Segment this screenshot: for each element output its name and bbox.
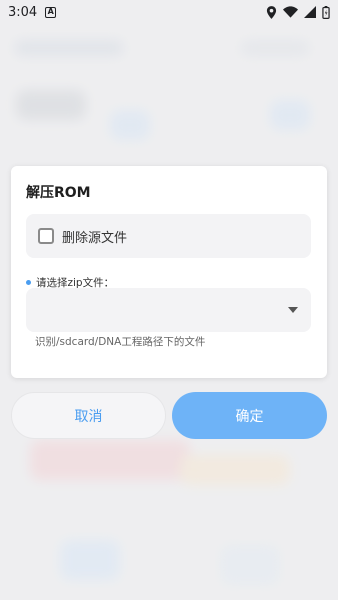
unzip-rom-dialog: 解压ROM 删除源文件 请选择zip文件： 识别/sdcard/DNA工程路径下…: [11, 166, 327, 378]
location-icon: [266, 5, 277, 19]
status-bar: 3:04 A: [0, 0, 338, 24]
confirm-button[interactable]: 确定: [172, 392, 327, 439]
dropdown-arrow-icon[interactable]: [288, 307, 298, 313]
battery-icon: [322, 5, 330, 19]
dialog-title: 解压ROM: [26, 185, 91, 201]
a-letter-icon: A: [45, 6, 57, 18]
status-time: 3:04: [8, 4, 38, 20]
bullet-dot-icon: [26, 280, 31, 285]
delete-source-option[interactable]: 删除源文件: [26, 214, 311, 258]
delete-source-checkbox[interactable]: [38, 228, 54, 244]
path-hint: 识别/sdcard/DNA工程路径下的文件: [35, 336, 206, 348]
wifi-icon: [283, 6, 298, 18]
zip-file-select[interactable]: [26, 288, 311, 332]
delete-source-label: 删除源文件: [62, 230, 128, 246]
signal-icon: [304, 6, 316, 18]
cancel-button[interactable]: 取消: [11, 392, 166, 439]
